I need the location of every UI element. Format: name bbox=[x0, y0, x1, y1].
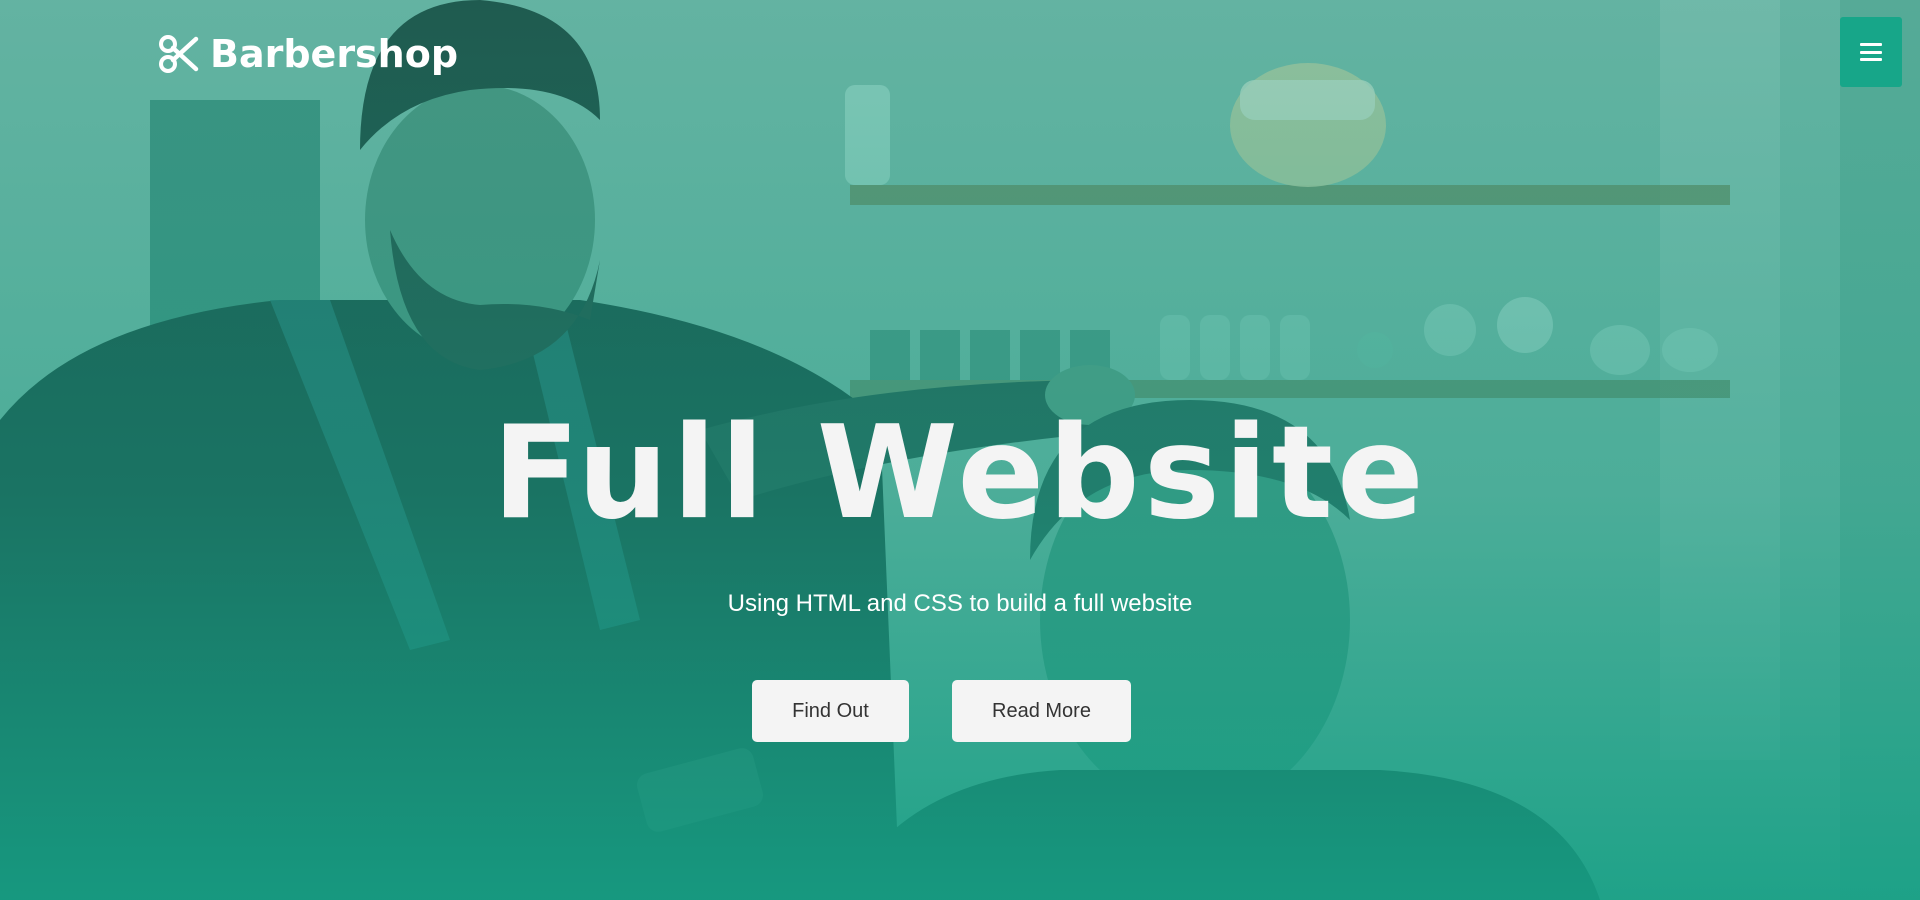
read-more-button[interactable]: Read More bbox=[952, 680, 1131, 742]
hero-section: Barbershop Full Website Using HTML and C… bbox=[0, 0, 1920, 900]
find-out-button[interactable]: Find Out bbox=[752, 680, 909, 742]
hero-content: Full Website Using HTML and CSS to build… bbox=[0, 0, 1920, 900]
hero-title: Full Website bbox=[492, 399, 1428, 548]
hero-subtitle: Using HTML and CSS to build a full websi… bbox=[727, 590, 1193, 617]
